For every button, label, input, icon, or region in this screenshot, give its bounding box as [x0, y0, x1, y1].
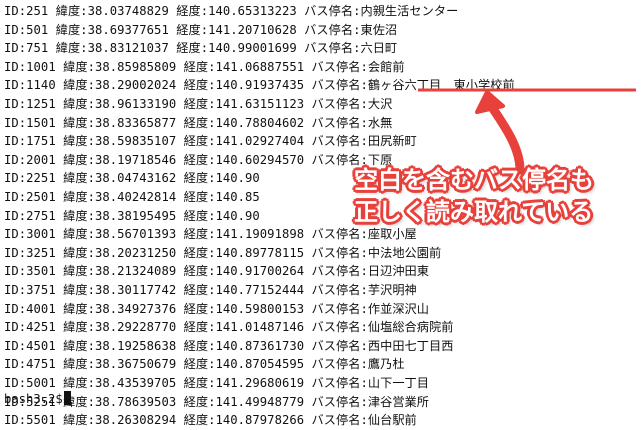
- terminal-line: ID:2001 緯度:38.19718546 経度:140.60294570 バ…: [4, 152, 393, 167]
- terminal-line: ID:3501 緯度:38.21324089 経度:140.91700264 バ…: [4, 264, 430, 279]
- terminal-line: ID:4751 緯度:38.36750679 経度:140.87054595 バ…: [4, 357, 405, 372]
- terminal-line: ID:2751 緯度:38.38195495 経度:140.90: [4, 208, 260, 223]
- terminal-line: ID:1501 緯度:38.83365877 経度:140.78804602 バ…: [4, 115, 393, 130]
- terminal-line: ID:501 緯度:38.69377651 経度:141.20710628 バス…: [4, 22, 398, 37]
- terminal-line: ID:751 緯度:38.83121037 経度:140.99001699 バス…: [4, 41, 398, 56]
- terminal-line: ID:251 緯度:38.03748829 経度:140.65313223 バス…: [4, 4, 459, 18]
- terminal-line: ID:2251 緯度:38.04743162 経度:140.90: [4, 171, 260, 186]
- terminal-line: ID:3751 緯度:38.30117742 経度:140.77152444 バ…: [4, 283, 417, 297]
- terminal-line: ID:4001 緯度:38.34927376 経度:140.59800153 バ…: [4, 301, 430, 316]
- terminal-line: ID:3251 緯度:38.20231250 経度:140.89778115 バ…: [4, 245, 442, 260]
- terminal-line: ID:4501 緯度:38.19258638 経度:140.87361730 バ…: [4, 338, 454, 353]
- terminal-line: ID:1001 緯度:38.85985809 経度:141.06887551 バ…: [4, 59, 405, 74]
- text-cursor: [63, 391, 71, 405]
- terminal-line: ID:2501 緯度:38.40242814 経度:140.85: [4, 190, 260, 204]
- annotation-callout: 空白を含むバス停名も 正しく読み取れている: [354, 166, 594, 226]
- shell-prompt: bash3.2$: [4, 392, 63, 406]
- terminal-line: ID:1251 緯度:38.96133190 経度:141.63151123 バ…: [4, 97, 393, 111]
- terminal-line: ID:1751 緯度:38.59835107 経度:141.02927404 バ…: [4, 134, 417, 149]
- terminal-line: ID:5501 緯度:38.26308294 経度:140.87978266 バ…: [4, 413, 417, 428]
- terminal-line: ID:1140 緯度:38.29002024 経度:140.91937435 バ…: [4, 78, 515, 93]
- terminal-line: ID:4251 緯度:38.29228770 経度:141.01487146 バ…: [4, 320, 454, 335]
- shell-prompt-line[interactable]: bash3.2$: [4, 390, 71, 408]
